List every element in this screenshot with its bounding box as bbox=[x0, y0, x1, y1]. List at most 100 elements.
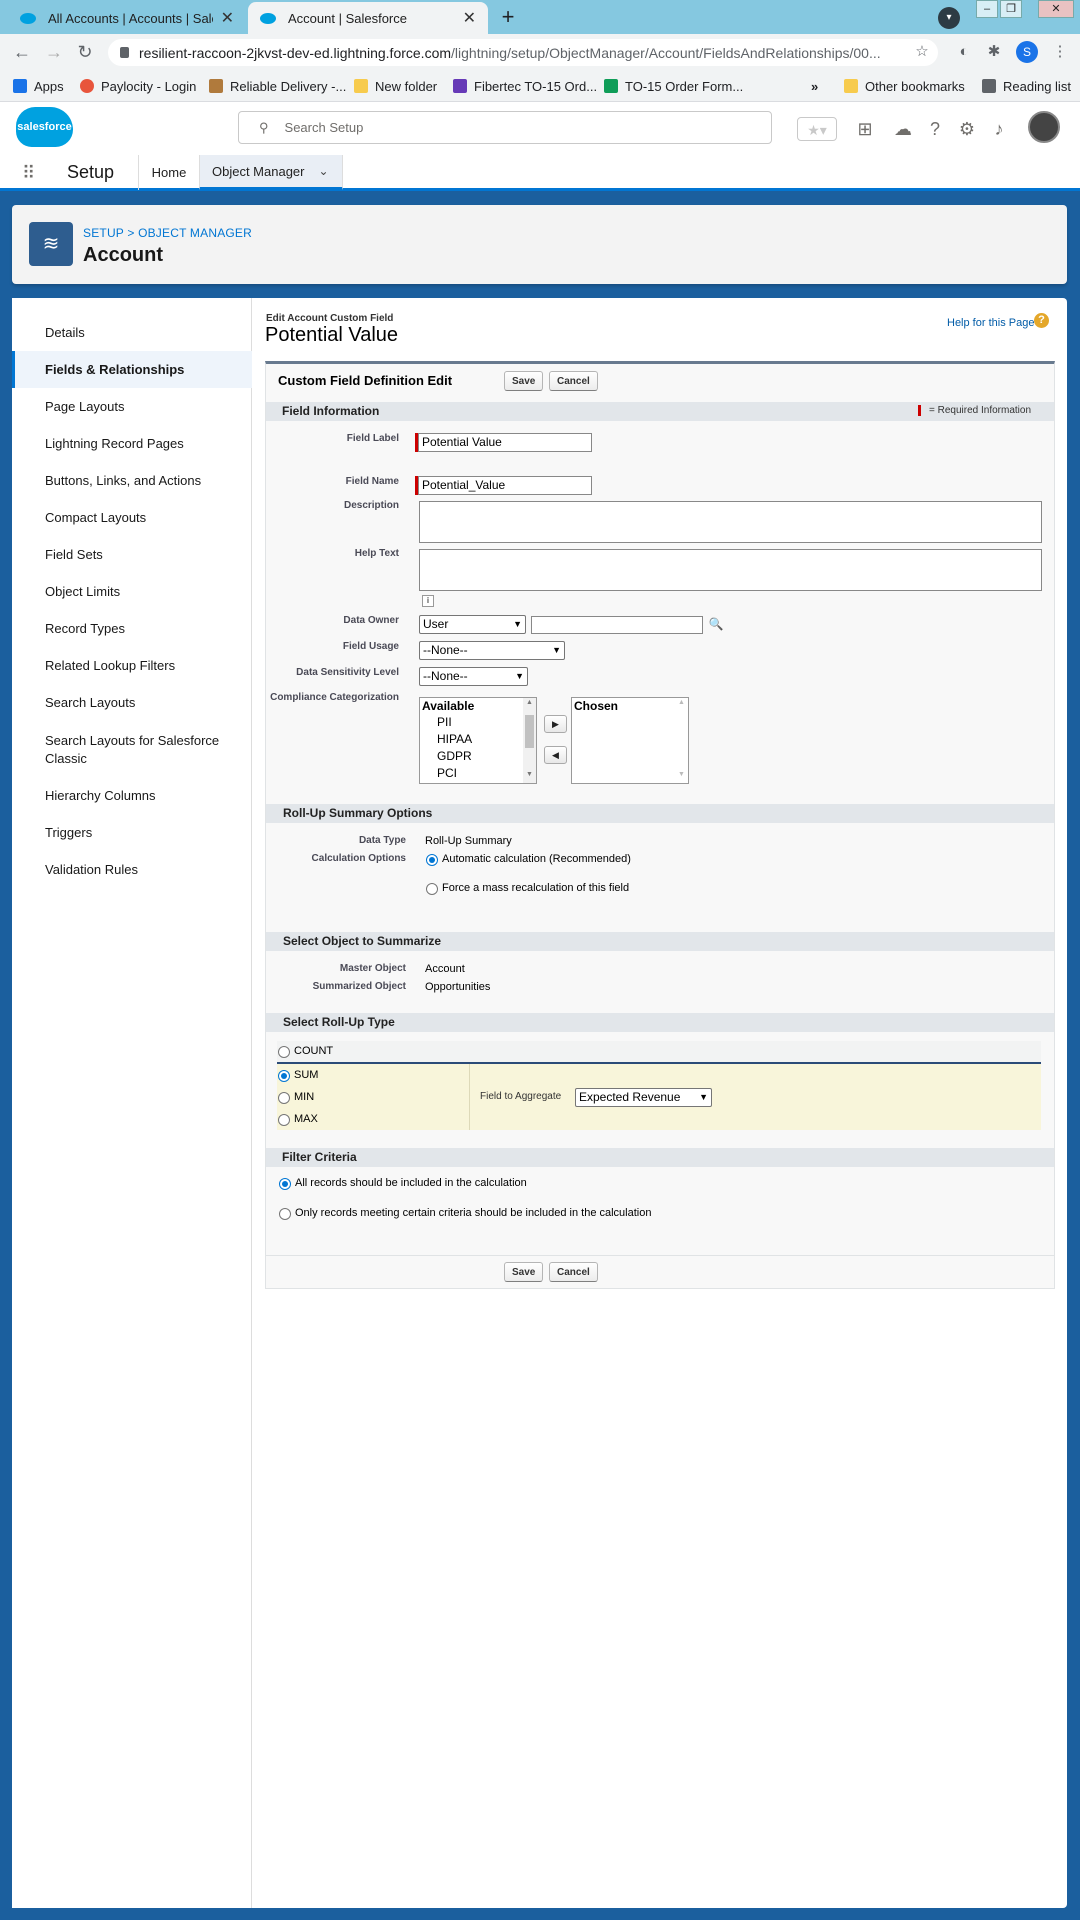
salesforce-logo[interactable]: salesforce bbox=[16, 107, 73, 147]
scroll-thumb[interactable] bbox=[525, 715, 534, 748]
lookup-magnifier-icon[interactable]: 🔍 bbox=[708, 616, 724, 632]
bookmark-fibertec[interactable]: Fibertec TO-15 Ord... bbox=[453, 75, 597, 97]
notifications-bell-icon[interactable]: ♪ bbox=[987, 117, 1011, 141]
force-recalculation-radio[interactable] bbox=[426, 883, 438, 895]
app-launcher-icon[interactable]: ⠿ bbox=[22, 163, 42, 183]
sidebar-item-triggers[interactable]: Triggers bbox=[12, 823, 252, 843]
sidebar-item-details[interactable]: Details bbox=[12, 323, 252, 343]
compliance-chosen-listbox[interactable]: Chosen ▲ ▼ bbox=[571, 697, 689, 784]
new-tab-button[interactable]: + bbox=[495, 5, 521, 31]
favorites-star-icon[interactable]: ★▾ bbox=[797, 117, 837, 141]
minimize-window-button[interactable]: – bbox=[976, 0, 998, 18]
add-to-chosen-button[interactable]: ▶ bbox=[544, 715, 567, 733]
trailhead-icon[interactable]: ☁ bbox=[891, 117, 915, 141]
bookmark-new-folder[interactable]: New folder bbox=[354, 75, 437, 97]
field-to-aggregate-select[interactable]: Expected Revenue ▼ bbox=[575, 1088, 712, 1107]
close-window-button[interactable]: ✕ bbox=[1038, 0, 1074, 18]
remove-from-chosen-button[interactable]: ◀ bbox=[544, 746, 567, 764]
sidebar-item-object-limits[interactable]: Object Limits bbox=[12, 582, 252, 602]
sidebar-item-page-layouts[interactable]: Page Layouts bbox=[12, 397, 252, 417]
chrome-tab-search-icon[interactable]: ▾ bbox=[938, 7, 960, 29]
sidebar-item-fields-relationships[interactable]: Fields & Relationships bbox=[12, 351, 252, 388]
option-hipaa[interactable]: HIPAA bbox=[437, 732, 472, 746]
criteria-records-radio[interactable] bbox=[279, 1208, 291, 1220]
field-label-input[interactable]: Potential Value bbox=[418, 433, 592, 452]
min-label: MIN bbox=[294, 1091, 315, 1103]
sidebar-item-related-lookup-filters[interactable]: Related Lookup Filters bbox=[12, 656, 252, 676]
scroll-down-icon[interactable]: ▼ bbox=[678, 771, 685, 778]
breadcrumb[interactable]: SETUP > OBJECT MANAGER bbox=[83, 226, 252, 240]
nav-tab-object-manager[interactable]: Object Manager ⌄ bbox=[199, 155, 343, 190]
count-radio[interactable] bbox=[278, 1046, 290, 1058]
sidebar-item-compact-layouts[interactable]: Compact Layouts bbox=[12, 508, 252, 528]
more-bookmarks-button[interactable]: » bbox=[811, 75, 818, 97]
scroll-down-icon[interactable]: ▼ bbox=[526, 771, 533, 778]
search-setup-input[interactable]: ⚲ Search Setup bbox=[238, 111, 772, 144]
extensions-puzzle-icon[interactable]: ✱ bbox=[983, 41, 1005, 63]
browser-tab-account[interactable]: Account | Salesforce ✕ bbox=[248, 2, 488, 34]
cancel-button-bottom[interactable]: Cancel bbox=[549, 1262, 598, 1282]
save-button-top[interactable]: Save bbox=[504, 371, 544, 391]
folder-icon bbox=[354, 79, 368, 93]
automatic-calculation-radio[interactable] bbox=[426, 854, 438, 866]
min-radio[interactable] bbox=[278, 1092, 290, 1104]
global-actions-plus-icon[interactable]: ⊞ bbox=[853, 117, 877, 141]
sidebar-item-buttons-links-actions[interactable]: Buttons, Links, and Actions bbox=[12, 471, 252, 491]
setup-gear-icon[interactable]: ⚙ bbox=[955, 117, 979, 141]
save-button-bottom[interactable]: Save bbox=[504, 1262, 544, 1282]
sidebar-item-field-sets[interactable]: Field Sets bbox=[12, 545, 252, 565]
option-gdpr[interactable]: GDPR bbox=[437, 749, 472, 763]
description-textarea[interactable] bbox=[419, 501, 1042, 543]
bookmark-apps[interactable]: Apps bbox=[13, 75, 64, 97]
help-question-icon[interactable]: ? bbox=[1034, 313, 1049, 328]
sidebar-item-validation-rules[interactable]: Validation Rules bbox=[12, 860, 252, 880]
compliance-available-listbox[interactable]: Available PII HIPAA GDPR PCI ▲ ▼ bbox=[419, 697, 537, 784]
address-bar[interactable]: resilient-raccoon-2jkvst-dev-ed.lightnin… bbox=[108, 39, 938, 66]
sidebar-item-search-layouts[interactable]: Search Layouts bbox=[12, 693, 252, 713]
cancel-button-top[interactable]: Cancel bbox=[549, 371, 598, 391]
forward-arrow-icon[interactable]: → bbox=[42, 40, 66, 64]
sidebar-item-hierarchy-columns[interactable]: Hierarchy Columns bbox=[12, 786, 252, 806]
field-name-input[interactable]: Potential_Value bbox=[418, 476, 592, 495]
bookmark-paylocity[interactable]: Paylocity - Login bbox=[80, 75, 196, 97]
user-avatar[interactable] bbox=[1028, 111, 1060, 143]
data-owner-type-select[interactable]: User ▼ bbox=[419, 615, 526, 634]
scroll-up-icon[interactable]: ▲ bbox=[526, 699, 533, 706]
sidebar-item-label: Record Types bbox=[45, 621, 125, 636]
bookmark-star-icon[interactable]: ☆ bbox=[911, 41, 933, 63]
listbox-scrollbar[interactable]: ▲ ▼ bbox=[675, 698, 688, 783]
help-for-page-link[interactable]: Help for this Page bbox=[947, 317, 1034, 329]
data-sensitivity-select[interactable]: --None-- ▼ bbox=[419, 667, 528, 686]
object-page-header bbox=[12, 205, 1067, 284]
help-question-icon[interactable]: ? bbox=[923, 117, 947, 141]
chrome-menu-icon[interactable]: ⋮ bbox=[1049, 41, 1071, 63]
back-arrow-icon[interactable]: ← bbox=[10, 40, 34, 64]
chevron-down-icon[interactable]: ⌄ bbox=[319, 164, 329, 178]
help-text-textarea[interactable] bbox=[419, 549, 1042, 591]
bookmark-other[interactable]: Other bookmarks bbox=[844, 75, 965, 97]
browser-tab-all-accounts[interactable]: All Accounts | Accounts | Salesforce ✕ bbox=[8, 2, 246, 34]
option-pci[interactable]: PCI bbox=[437, 766, 457, 780]
bookmark-to15-order-form[interactable]: TO-15 Order Form... bbox=[604, 75, 743, 97]
reading-list[interactable]: Reading list bbox=[982, 75, 1071, 97]
bookmark-reliable-delivery[interactable]: Reliable Delivery -... bbox=[209, 75, 346, 97]
listbox-scrollbar[interactable]: ▲ ▼ bbox=[523, 698, 536, 783]
maximize-window-button[interactable]: ❐ bbox=[1000, 0, 1022, 18]
sidebar-item-lightning-record-pages[interactable]: Lightning Record Pages bbox=[12, 434, 252, 454]
reload-icon[interactable]: ↻ bbox=[73, 40, 97, 64]
max-radio[interactable] bbox=[278, 1114, 290, 1126]
info-icon[interactable]: i bbox=[422, 595, 434, 607]
sidebar-item-record-types[interactable]: Record Types bbox=[12, 619, 252, 639]
nav-tab-home[interactable]: Home bbox=[138, 155, 199, 190]
close-tab-icon[interactable]: ✕ bbox=[221, 8, 234, 28]
extension-icon[interactable]: ◐ bbox=[953, 41, 975, 63]
scroll-up-icon[interactable]: ▲ bbox=[678, 699, 685, 706]
option-pii[interactable]: PII bbox=[437, 715, 452, 729]
close-tab-icon[interactable]: ✕ bbox=[463, 8, 476, 28]
chrome-profile-avatar[interactable]: S bbox=[1016, 41, 1038, 63]
all-records-radio[interactable] bbox=[279, 1178, 291, 1190]
sum-radio[interactable] bbox=[278, 1070, 290, 1082]
data-owner-lookup-input[interactable] bbox=[531, 616, 703, 634]
field-usage-select[interactable]: --None-- ▼ bbox=[419, 641, 565, 660]
sidebar-item-search-layouts-classic[interactable]: Search Layouts for Salesforce Classic bbox=[12, 730, 232, 770]
